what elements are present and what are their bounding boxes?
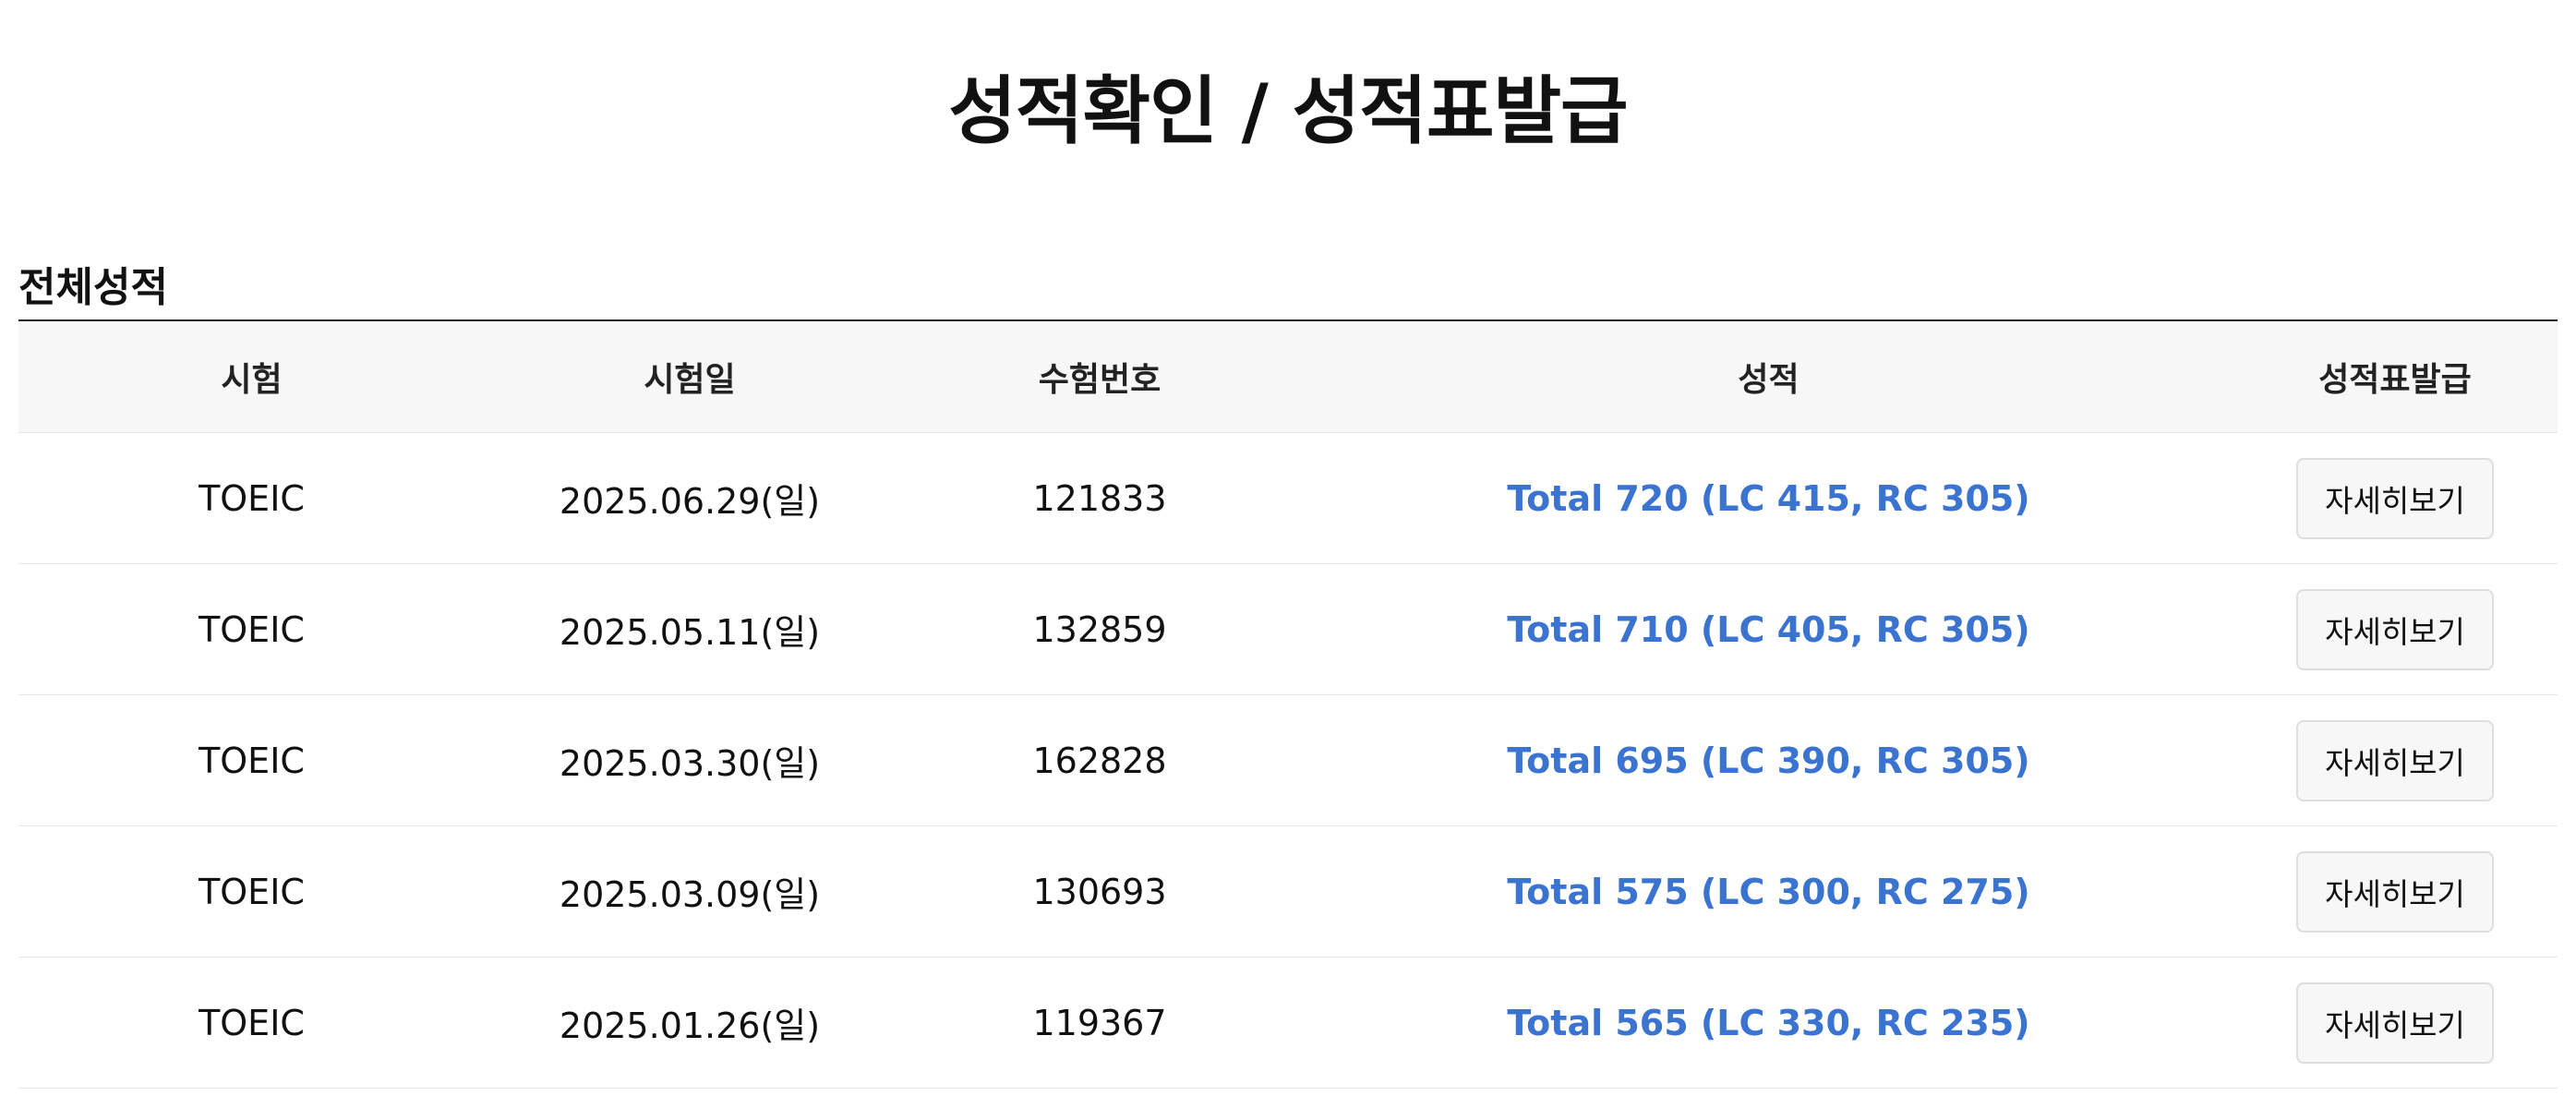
detail-button[interactable]: 자세히보기 [2296,588,2494,670]
column-header-date: 시험일 [485,320,895,433]
exam-cell: TOEIC [18,694,485,826]
page-title: 성적확인 / 성적표발급 [948,67,1628,154]
score-link[interactable]: Total 695 (LC 390, RC 305) [1305,694,2233,826]
number-cell: 121833 [895,432,1305,564]
exam-cell: TOEIC [18,957,485,1089]
column-header-number: 수험번호 [895,320,1305,433]
column-header-exam: 시험 [18,320,485,433]
issue-cell: 자세히보기 [2233,957,2558,1089]
date-cell: 2025.05.11(일) [485,563,895,695]
table-row: TOEIC 2025.05.11(일) 132859 Total 710 (LC… [18,563,2558,695]
exam-cell: TOEIC [18,825,485,957]
date-cell: 2025.06.29(일) [485,432,895,564]
issue-cell: 자세히보기 [2233,694,2558,826]
score-link[interactable]: Total 710 (LC 405, RC 305) [1305,563,2233,695]
date-cell: 2025.01.26(일) [485,957,895,1089]
detail-button[interactable]: 자세히보기 [2296,982,2494,1064]
number-cell: 119367 [895,957,1305,1089]
column-header-issue: 성적표발급 [2233,320,2558,433]
issue-cell: 자세히보기 [2233,563,2558,695]
table-row: TOEIC 2025.01.26(일) 119367 Total 565 (LC… [18,957,2558,1089]
date-cell: 2025.03.30(일) [485,694,895,826]
table-row: TOEIC 2025.06.29(일) 121833 Total 720 (LC… [18,432,2558,564]
score-link[interactable]: Total 575 (LC 300, RC 275) [1305,825,2233,957]
number-cell: 162828 [895,694,1305,826]
issue-cell: 자세히보기 [2233,432,2558,564]
number-cell: 130693 [895,825,1305,957]
score-link[interactable]: Total 565 (LC 330, RC 235) [1305,957,2233,1089]
column-header-score: 성적 [1305,320,2233,433]
exam-cell: TOEIC [18,563,485,695]
date-cell: 2025.03.09(일) [485,825,895,957]
issue-cell: 자세히보기 [2233,825,2558,957]
section-title: 전체성적 [18,263,168,311]
score-link[interactable]: Total 720 (LC 415, RC 305) [1305,432,2233,564]
detail-button[interactable]: 자세히보기 [2296,850,2494,933]
detail-button[interactable]: 자세히보기 [2296,457,2494,539]
table-row: TOEIC 2025.03.09(일) 130693 Total 575 (LC… [18,825,2558,957]
number-cell: 132859 [895,563,1305,695]
score-table: 시험 시험일 수험번호 성적 성적표발급 TOEIC 2025.06.29(일)… [18,319,2558,1089]
detail-button[interactable]: 자세히보기 [2296,719,2494,801]
table-row: TOEIC 2025.03.30(일) 162828 Total 695 (LC… [18,694,2558,826]
exam-cell: TOEIC [18,432,485,564]
table-header-row: 시험 시험일 수험번호 성적 성적표발급 [18,320,2558,433]
